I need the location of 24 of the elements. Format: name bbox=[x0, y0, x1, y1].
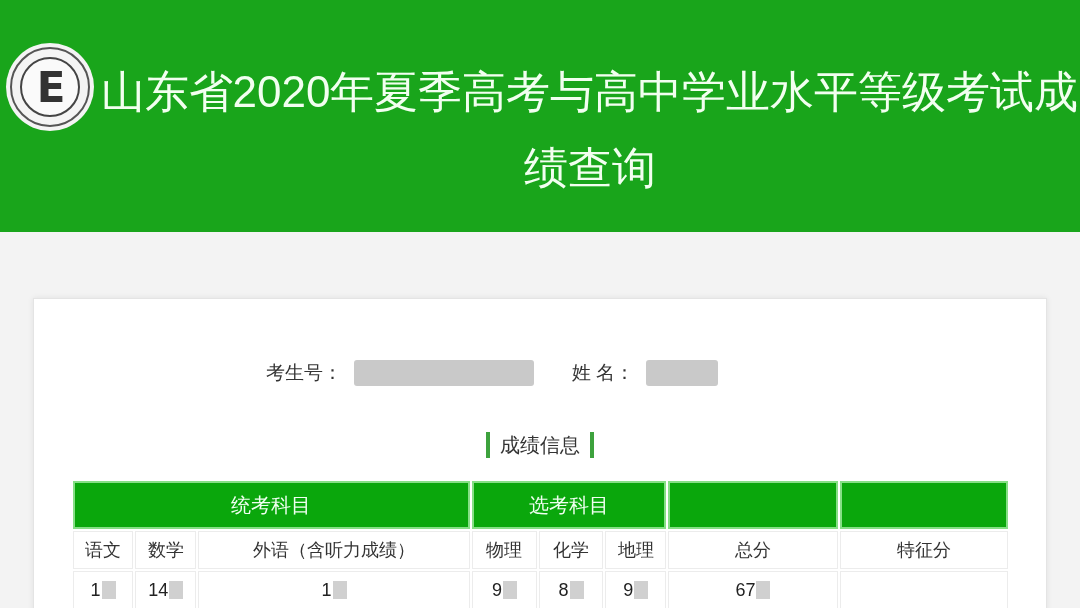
score-value: 67 bbox=[735, 579, 756, 600]
section-marker-icon bbox=[486, 432, 490, 458]
section-marker-icon bbox=[590, 432, 594, 458]
score-value: 1 bbox=[321, 579, 332, 600]
column-header: 物理 bbox=[471, 531, 537, 569]
section-title: 成绩信息 bbox=[500, 433, 580, 458]
score-value: 1 bbox=[90, 579, 101, 600]
column-header: 特征分 bbox=[839, 531, 1008, 569]
group-header-cell: 统考科目 bbox=[73, 481, 470, 529]
column-header: 地理 bbox=[605, 531, 667, 569]
page-title: 山东省2020年夏季高考与高中学业水平等级考试成绩查询 bbox=[99, 66, 1080, 194]
group-header-cell: 选考科目 bbox=[471, 481, 667, 529]
field-label: 姓 名： bbox=[571, 361, 635, 385]
column-header: 数学 bbox=[135, 531, 197, 569]
column-header: 外语（含听力成绩） bbox=[198, 531, 470, 569]
score-value: 9 bbox=[491, 579, 502, 600]
logo-icon: E bbox=[5, 42, 95, 132]
column-header: 化学 bbox=[538, 531, 604, 569]
score-value: 8 bbox=[558, 579, 569, 600]
score-value: 9 bbox=[623, 579, 634, 600]
column-header: 语文 bbox=[73, 531, 134, 569]
score-value: 14 bbox=[148, 579, 169, 600]
column-header: 总分 bbox=[668, 531, 838, 569]
field-label: 考生号： bbox=[265, 361, 342, 385]
